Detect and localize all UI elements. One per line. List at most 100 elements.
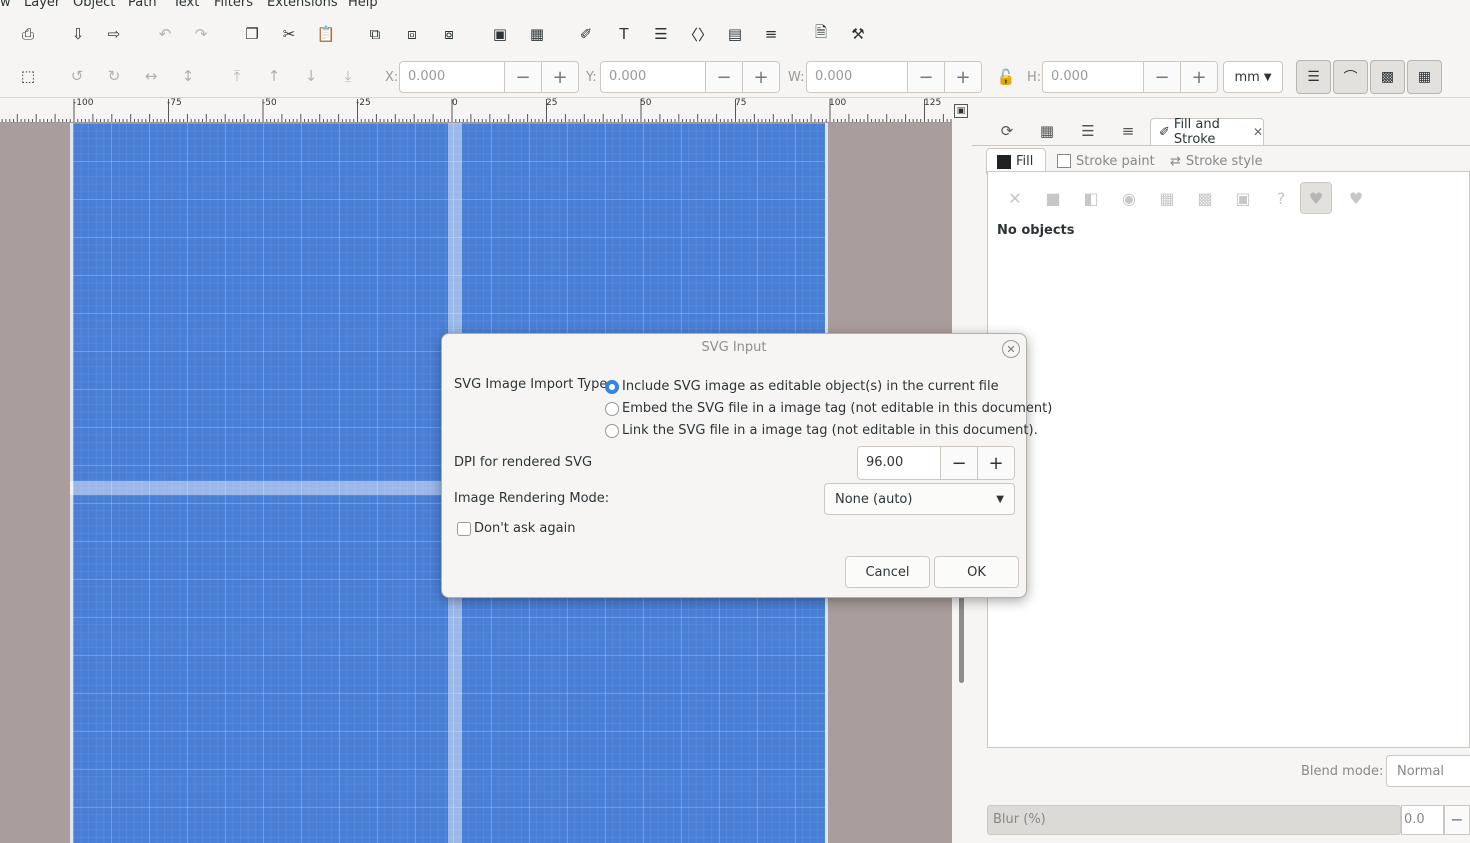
blur-value[interactable]: 0.0: [1404, 812, 1425, 827]
y-value[interactable]: 0.000: [601, 62, 705, 92]
render-mode-dropdown[interactable]: None (auto) ▼: [824, 483, 1015, 515]
import-icon[interactable]: ⇩: [65, 21, 91, 47]
mesh-gradient-icon[interactable]: ▦: [1151, 182, 1183, 214]
menu-path[interactable]: Path: [128, 0, 157, 10]
rotate-cw-icon[interactable]: ↻: [101, 63, 127, 89]
menu-filters[interactable]: Filters: [214, 0, 253, 10]
radio-include-label[interactable]: Include SVG image as editable object(s) …: [622, 379, 999, 394]
unlink-clone-icon[interactable]: ⧇: [436, 21, 462, 47]
fill-rule-evenodd-icon[interactable]: ♥: [1300, 182, 1332, 214]
dpi-value[interactable]: 96.00: [858, 447, 940, 479]
dont-ask-checkbox[interactable]: [457, 522, 471, 536]
x-spinbox[interactable]: 0.000 − +: [399, 61, 579, 93]
copy-icon[interactable]: ❐: [239, 21, 265, 47]
symbols-icon[interactable]: ▦: [1032, 118, 1062, 144]
dpi-plus-button[interactable]: +: [977, 447, 1014, 479]
w-value[interactable]: 0.000: [807, 62, 907, 92]
preferences-icon[interactable]: ⚒: [845, 21, 871, 47]
selectors-icon[interactable]: ▤: [722, 21, 748, 47]
blend-mode-value[interactable]: Normal: [1397, 764, 1444, 779]
dpi-spinbox[interactable]: 96.00 − +: [857, 446, 1015, 480]
radial-gradient-icon[interactable]: ◉: [1113, 182, 1145, 214]
ungroup-icon[interactable]: ▦: [524, 21, 550, 47]
layers-objects-icon[interactable]: ☰: [1073, 118, 1103, 144]
scale-corners-toggle[interactable]: ⌒: [1333, 60, 1368, 94]
text-font-icon[interactable]: T: [611, 21, 637, 47]
undo-history-icon[interactable]: ⟳: [992, 118, 1022, 144]
y-plus-button[interactable]: +: [742, 62, 779, 92]
paste-icon[interactable]: 📋: [313, 21, 339, 47]
xml-editor-icon[interactable]: 〈〉: [683, 21, 713, 47]
align-distribute-icon[interactable]: ≡: [1113, 118, 1143, 144]
cancel-button[interactable]: Cancel: [845, 556, 930, 588]
menu-view[interactable]: w: [0, 0, 11, 10]
x-minus-button[interactable]: −: [504, 62, 541, 92]
menu-extensions[interactable]: Extensions: [267, 0, 338, 10]
h-minus-button[interactable]: −: [1143, 62, 1180, 92]
radio-include[interactable]: [605, 380, 619, 394]
lower-icon[interactable]: ↓: [298, 63, 324, 89]
layers-icon[interactable]: ☰: [648, 21, 674, 47]
linear-gradient-icon[interactable]: ◧: [1075, 182, 1107, 214]
w-minus-button[interactable]: −: [907, 62, 944, 92]
canvas-corner-icon[interactable]: ▣: [954, 104, 968, 118]
cut-icon[interactable]: ✂: [276, 21, 302, 47]
w-spinbox[interactable]: 0.000 − +: [806, 61, 982, 93]
radio-link-label[interactable]: Link the SVG file in a image tag (not ed…: [622, 423, 1038, 438]
move-patterns-toggle[interactable]: ▦: [1407, 60, 1442, 94]
close-icon[interactable]: ✕: [1002, 340, 1020, 358]
radio-link[interactable]: [605, 424, 619, 438]
ok-button[interactable]: OK: [934, 556, 1019, 588]
no-paint-icon[interactable]: ✕: [999, 182, 1031, 214]
print-icon[interactable]: ⎙: [15, 21, 41, 47]
unset-paint-icon[interactable]: ?: [1265, 182, 1297, 214]
y-spinbox[interactable]: 0.000 − +: [600, 61, 780, 93]
menu-layer[interactable]: Layer: [24, 0, 60, 10]
tab-fill-and-stroke[interactable]: ✐ Fill and Stroke ✕: [1150, 117, 1264, 147]
select-all-icon[interactable]: ⬚: [15, 63, 41, 89]
h-plus-button[interactable]: +: [1180, 62, 1217, 92]
dont-ask-label[interactable]: Don't ask again: [474, 521, 575, 536]
flip-horizontal-icon[interactable]: ↔: [138, 63, 164, 89]
export-icon[interactable]: ⇨: [101, 21, 127, 47]
align-icon[interactable]: ≡: [758, 21, 784, 47]
rotate-ccw-icon[interactable]: ↺: [64, 63, 90, 89]
dpi-minus-button[interactable]: −: [940, 447, 977, 479]
document-properties-icon[interactable]: 🗎: [808, 21, 834, 47]
x-value[interactable]: 0.000: [400, 62, 504, 92]
move-gradients-toggle[interactable]: ▩: [1370, 60, 1405, 94]
scale-stroke-toggle[interactable]: ☰: [1296, 60, 1331, 94]
menu-text[interactable]: Text: [173, 0, 199, 10]
x-plus-button[interactable]: +: [541, 62, 578, 92]
duplicate-icon[interactable]: ⧉: [362, 21, 388, 47]
radio-embed[interactable]: [605, 402, 619, 416]
pattern-icon[interactable]: ▩: [1189, 182, 1221, 214]
menu-object[interactable]: Object: [73, 0, 115, 10]
raise-top-icon[interactable]: ⤒: [224, 63, 250, 89]
redo-icon[interactable]: ↷: [188, 21, 214, 47]
group-icon[interactable]: ▣: [487, 21, 513, 47]
flip-vertical-icon[interactable]: ↕: [175, 63, 201, 89]
blur-slider[interactable]: Blur (%): [987, 805, 1401, 835]
blur-minus-button[interactable]: −: [1444, 805, 1470, 835]
y-minus-button[interactable]: −: [705, 62, 742, 92]
lock-icon[interactable]: 🔓: [993, 64, 1019, 90]
lower-bottom-icon[interactable]: ⤓: [335, 63, 361, 89]
clone-icon[interactable]: ⧈: [399, 21, 425, 47]
fill-rule-nonzero-icon[interactable]: ♥: [1340, 182, 1372, 214]
menu-help[interactable]: Help: [348, 0, 378, 10]
unit-value[interactable]: mm: [1234, 70, 1259, 85]
w-plus-button[interactable]: +: [944, 62, 981, 92]
swatch-icon[interactable]: ▣: [1227, 182, 1259, 214]
h-value[interactable]: 0.000: [1043, 62, 1143, 92]
unit-dropdown[interactable]: mm ▼: [1223, 61, 1283, 93]
fill-stroke-icon[interactable]: ✐: [573, 21, 599, 47]
flat-color-icon[interactable]: ■: [1037, 182, 1069, 214]
h-spinbox[interactable]: 0.000 − +: [1042, 61, 1218, 93]
render-mode-value[interactable]: None (auto): [835, 492, 912, 507]
blur-value-field[interactable]: 0.0: [1401, 805, 1444, 835]
blend-mode-dropdown[interactable]: Normal: [1386, 755, 1470, 787]
raise-icon[interactable]: ↑: [261, 63, 287, 89]
radio-embed-label[interactable]: Embed the SVG file in a image tag (not e…: [622, 401, 1052, 416]
undo-icon[interactable]: ↶: [152, 21, 178, 47]
